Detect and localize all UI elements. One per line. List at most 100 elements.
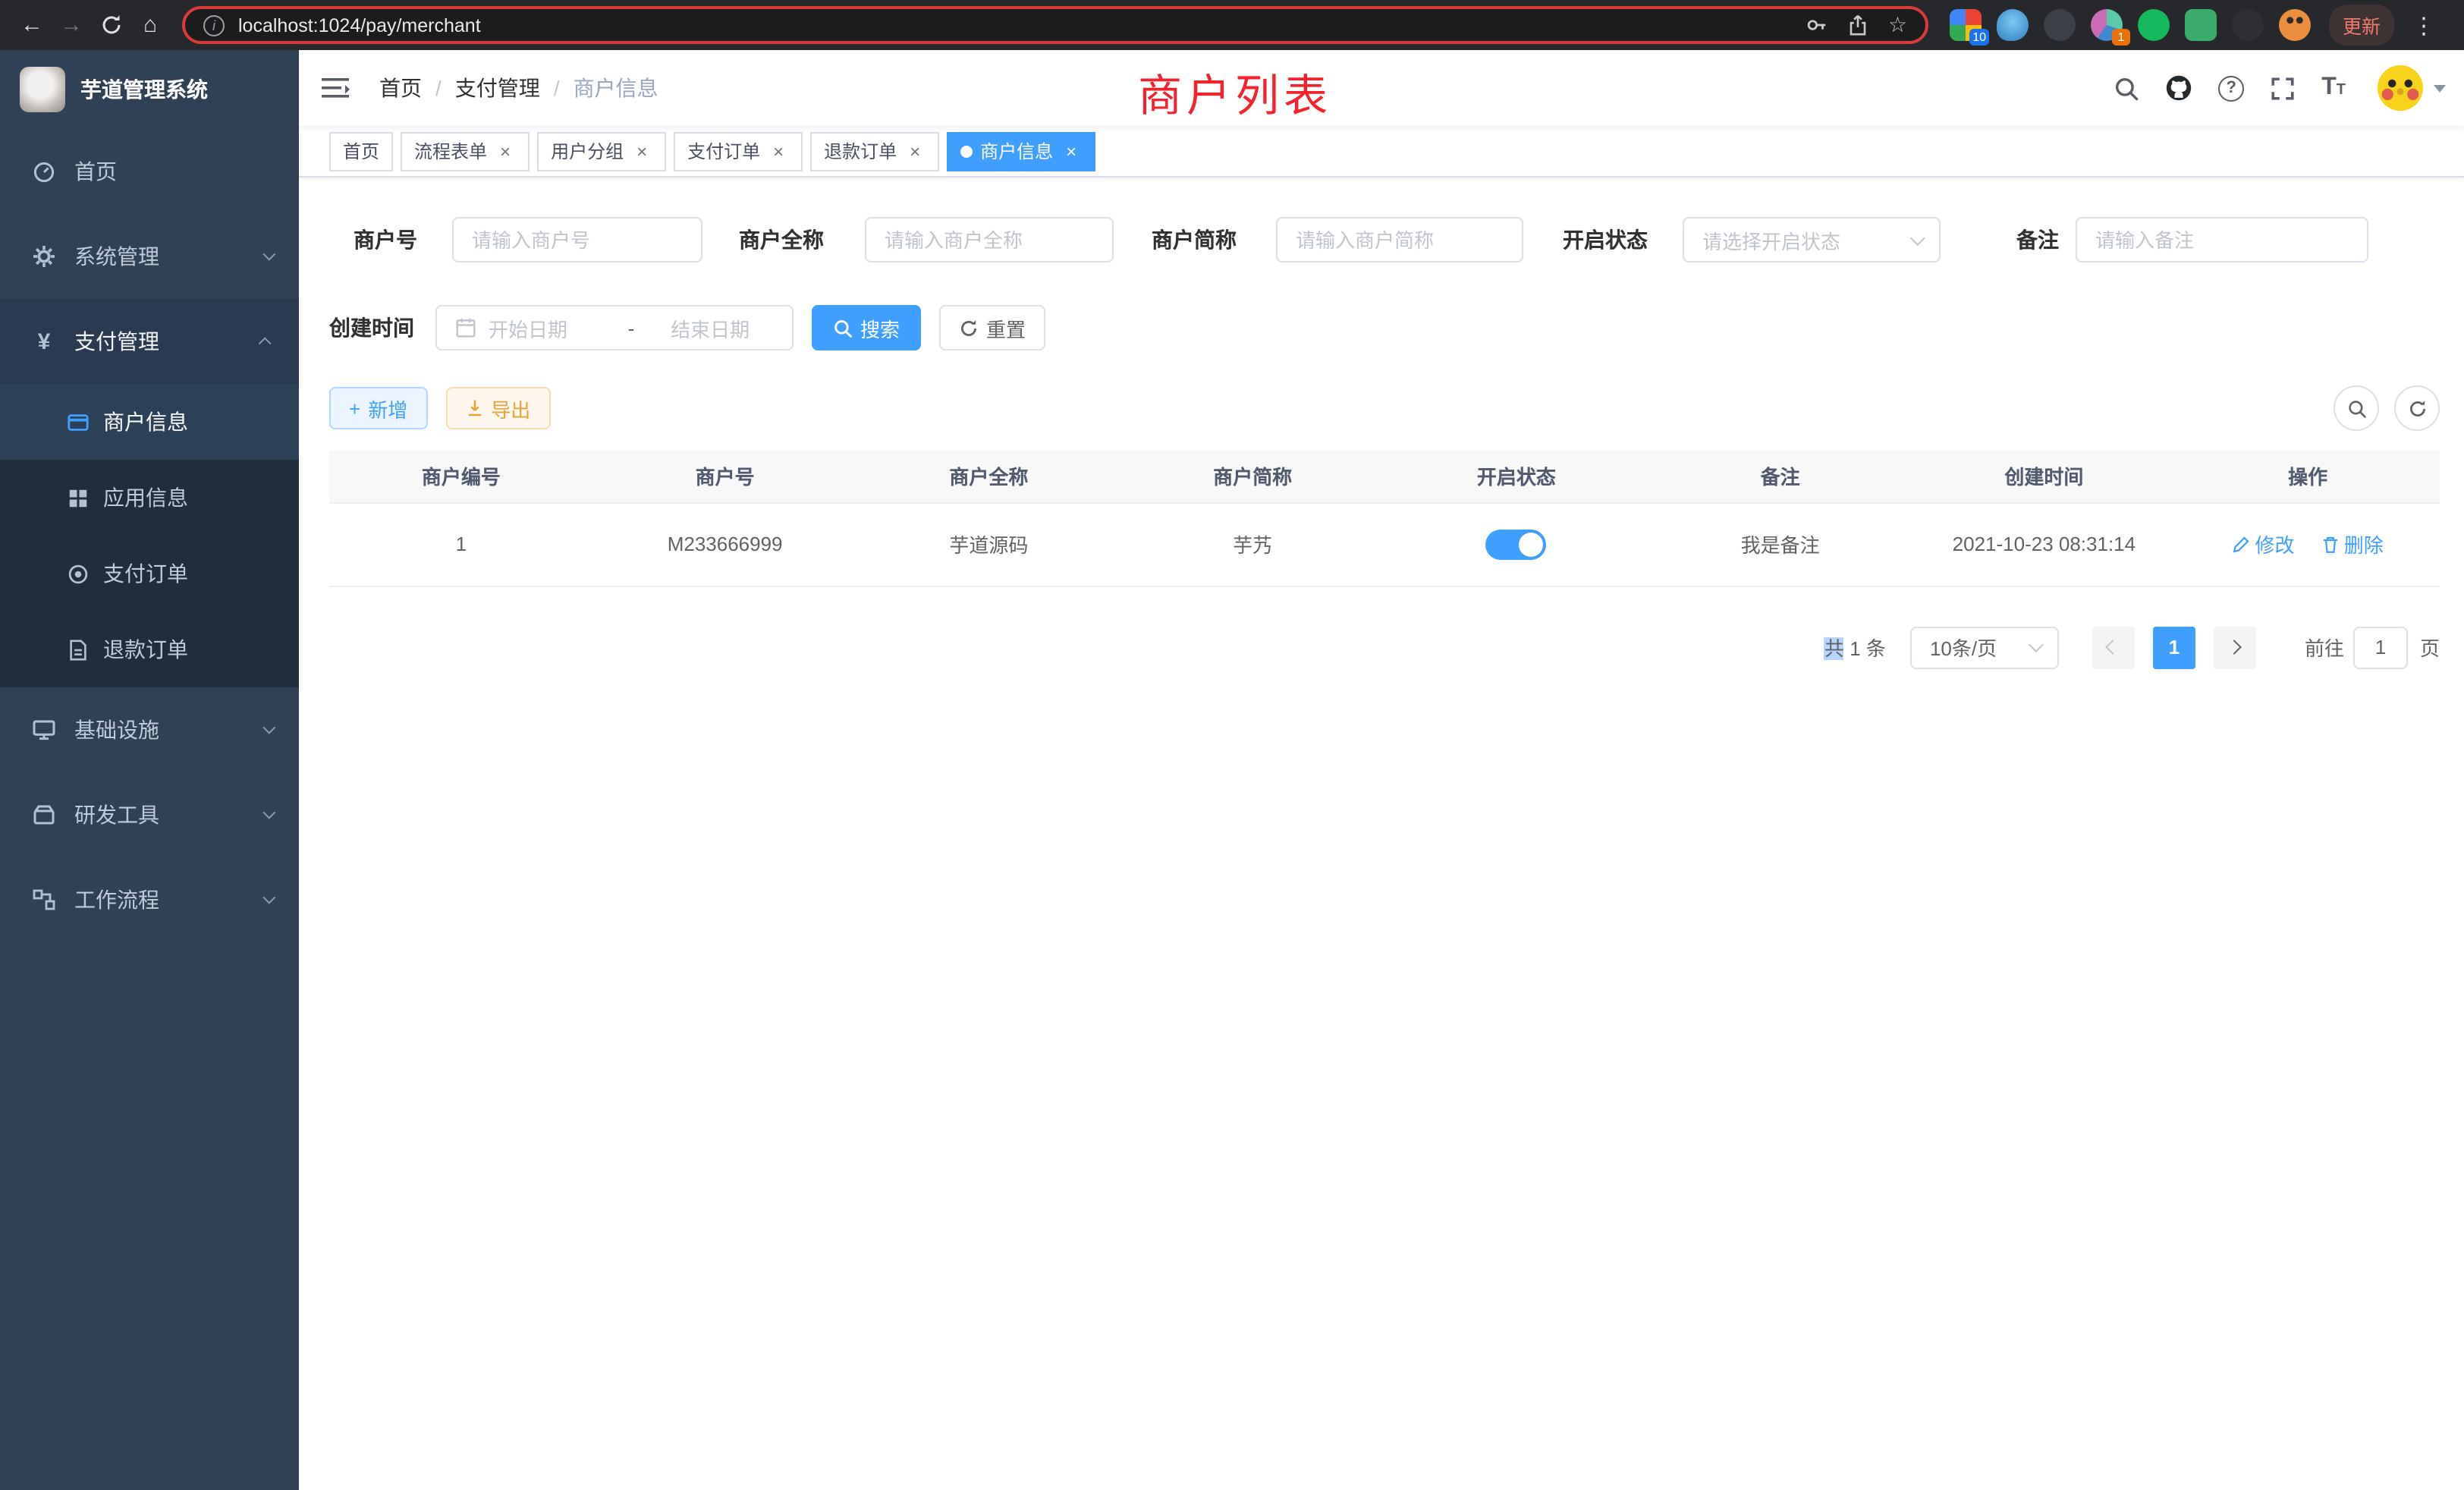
browser-reload-button[interactable] — [91, 5, 130, 45]
search-icon[interactable] — [2114, 75, 2139, 101]
close-icon[interactable]: × — [1061, 140, 1082, 162]
search-icon — [833, 318, 853, 338]
sidebar-item-merchant-info[interactable]: 商户信息 — [0, 384, 299, 460]
sidebar-item-system[interactable]: 系统管理 — [0, 214, 299, 299]
status-toggle[interactable] — [1486, 529, 1547, 559]
extension-puzzle-icon[interactable]: 10 — [1950, 9, 1982, 41]
site-info-icon[interactable]: i — [203, 14, 225, 36]
end-date-placeholder[interactable]: 结束日期 — [646, 313, 774, 342]
sidebar-item-refund-order[interactable]: 退款订单 — [0, 611, 299, 687]
next-page-button[interactable] — [2214, 626, 2256, 668]
pagination-total-suffix: 条 — [1866, 637, 1886, 660]
chevron-down-icon — [262, 891, 275, 904]
browser-home-button[interactable]: ⌂ — [130, 5, 170, 45]
close-icon[interactable]: × — [495, 140, 516, 162]
sidebar-item-label: 工作流程 — [74, 885, 262, 915]
document-icon — [65, 638, 90, 661]
export-button[interactable]: 导出 — [445, 387, 550, 429]
hide-search-button[interactable] — [2334, 385, 2379, 431]
close-icon[interactable]: × — [768, 140, 789, 162]
download-icon — [465, 399, 483, 417]
dashboard-icon — [30, 159, 58, 184]
merchant-full-name-input[interactable] — [885, 228, 1094, 251]
merchant-full-name-label: 商户全称 — [739, 225, 824, 255]
tab-merchant-info[interactable]: 商户信息 × — [947, 131, 1095, 171]
search-button[interactable]: 搜索 — [812, 305, 921, 350]
navbar-actions: ? TT — [2114, 65, 2446, 111]
page-1-button[interactable]: 1 — [2153, 626, 2195, 668]
extension-green-circle-icon[interactable] — [2138, 9, 2170, 41]
cell-short-name: 芋艿 — [1120, 502, 1384, 586]
share-icon[interactable] — [1847, 14, 1870, 36]
sidebar-item-workflow[interactable]: 工作流程 — [0, 857, 299, 942]
cell-create-time: 2021-10-23 08:31:14 — [1912, 502, 2176, 586]
edit-link[interactable]: 修改 — [2232, 530, 2294, 558]
breadcrumb-payment[interactable]: 支付管理 — [455, 73, 540, 103]
tab-process-form[interactable]: 流程表单 × — [401, 131, 530, 171]
delete-link[interactable]: 删除 — [2321, 530, 2384, 558]
create-time-range-picker[interactable]: 开始日期 - 结束日期 — [435, 305, 794, 350]
extension-colorful-icon[interactable]: 1 — [2091, 9, 2123, 41]
help-icon[interactable]: ? — [2218, 75, 2244, 101]
browser-forward-button[interactable]: → — [52, 5, 91, 45]
toolbar-right — [2334, 385, 2440, 431]
create-time-label: 创建时间 — [329, 313, 414, 343]
browser-menu-icon[interactable]: ⋮ — [2406, 11, 2441, 39]
extension-drop-icon[interactable] — [1997, 9, 2029, 41]
sidebar-item-pay-order[interactable]: 支付订单 — [0, 536, 299, 611]
extension-note-icon[interactable] — [2185, 9, 2217, 41]
refresh-icon — [959, 318, 979, 338]
status-select[interactable]: 请选择开启状态 — [1683, 217, 1941, 262]
add-button[interactable]: + 新增 — [329, 387, 427, 429]
main-area: 商户列表 首页 / 支付管理 / 商户信息 — [299, 50, 2464, 1490]
col-merchant-no: 商户号 — [593, 451, 857, 502]
close-icon[interactable]: × — [904, 140, 926, 162]
export-button-label: 导出 — [491, 394, 530, 423]
hamburger-icon[interactable] — [322, 74, 355, 102]
remark-input[interactable] — [2095, 228, 2349, 251]
browser-profile-avatar[interactable] — [2279, 9, 2311, 41]
fullscreen-icon[interactable] — [2270, 75, 2296, 101]
tab-pay-order[interactable]: 支付订单 × — [674, 131, 803, 171]
sidebar-item-app-info[interactable]: 应用信息 — [0, 460, 299, 536]
bookmark-star-icon[interactable]: ☆ — [1888, 12, 1907, 38]
sidebar-item-label: 系统管理 — [74, 241, 262, 272]
sidebar-item-home[interactable]: 首页 — [0, 129, 299, 214]
tab-user-group[interactable]: 用户分组 × — [537, 131, 666, 171]
breadcrumb-home[interactable]: 首页 — [379, 73, 422, 103]
page-size-value: 10条/页 — [1930, 633, 1997, 662]
search-button-label: 搜索 — [860, 313, 900, 342]
font-size-icon[interactable]: TT — [2321, 74, 2346, 102]
merchant-short-name-input[interactable] — [1296, 228, 1504, 251]
password-key-icon[interactable] — [1806, 14, 1829, 36]
payment-submenu: 商户信息 应用信息 支付订单 — [0, 384, 299, 687]
page-size-select[interactable]: 10条/页 — [1910, 626, 2059, 668]
tab-home[interactable]: 首页 — [329, 131, 393, 171]
prev-page-button[interactable] — [2092, 626, 2135, 668]
sidebar-item-payment[interactable]: ¥ 支付管理 — [0, 299, 299, 384]
remark-label: 备注 — [2016, 225, 2059, 255]
merchant-no-input[interactable] — [472, 228, 683, 251]
goto-page-input[interactable] — [2353, 626, 2408, 668]
extension-dark-icon[interactable] — [2044, 9, 2076, 41]
address-bar[interactable]: i localhost:1024/pay/merchant ☆ — [182, 6, 1928, 44]
browser-update-button[interactable]: 更新 — [2329, 5, 2394, 46]
close-icon[interactable]: × — [631, 140, 652, 162]
reset-button[interactable]: 重置 — [939, 305, 1045, 350]
github-icon[interactable] — [2165, 74, 2192, 102]
app-logo[interactable]: 芋道管理系统 — [0, 50, 299, 129]
url-text[interactable]: localhost:1024/pay/merchant — [238, 14, 1806, 36]
extension-knot-icon[interactable] — [2232, 9, 2264, 41]
tab-refund-order[interactable]: 退款订单 × — [810, 131, 939, 171]
date-range-separator: - — [628, 316, 635, 339]
sidebar-item-infrastructure[interactable]: 基础设施 — [0, 687, 299, 772]
user-menu[interactable] — [2378, 65, 2446, 111]
status-select-placeholder: 请选择开启状态 — [1702, 225, 1840, 254]
sidebar-item-dev-tools[interactable]: 研发工具 — [0, 772, 299, 857]
cell-remark: 我是备注 — [1648, 502, 1912, 586]
merchant-full-name-input-wrap — [865, 217, 1114, 262]
col-remark: 备注 — [1648, 451, 1912, 502]
refresh-table-button[interactable] — [2394, 385, 2440, 431]
browser-back-button[interactable]: ← — [12, 5, 52, 45]
start-date-placeholder[interactable]: 开始日期 — [489, 313, 616, 342]
